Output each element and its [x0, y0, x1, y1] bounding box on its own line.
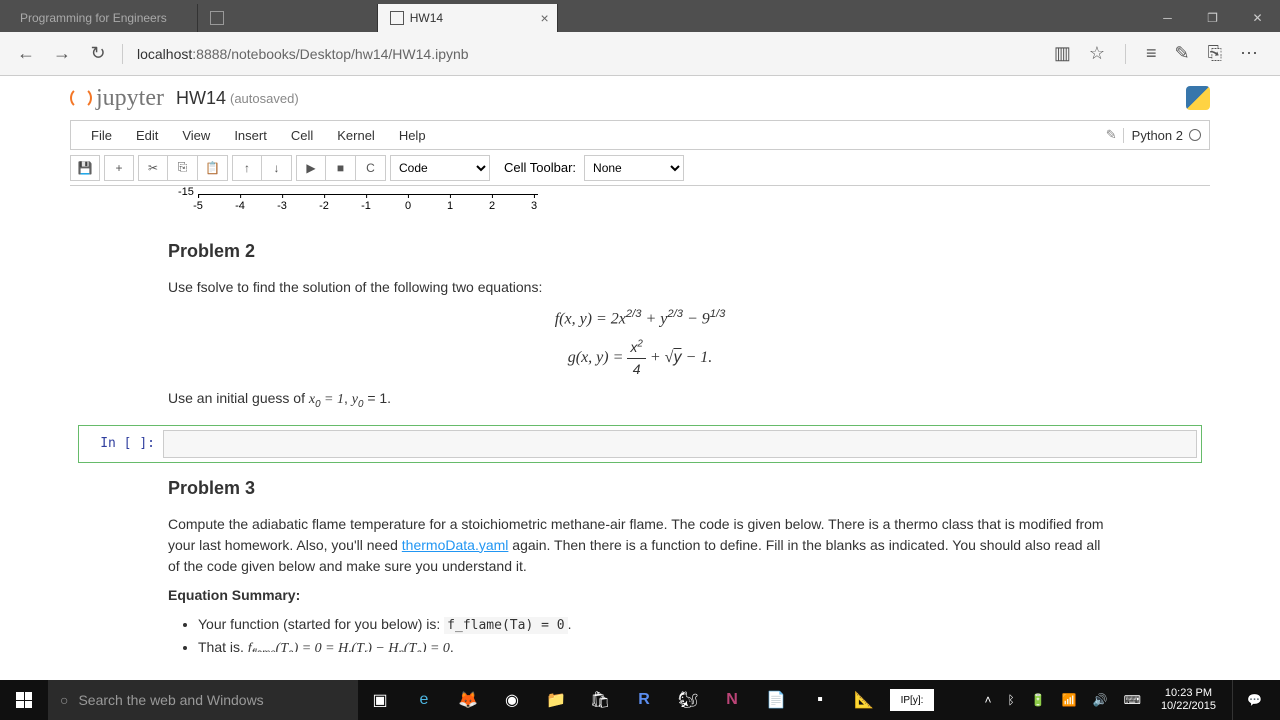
forward-button[interactable]: → — [44, 36, 80, 72]
window-minimize[interactable]: ─ — [1145, 4, 1190, 32]
notebook-status: (autosaved) — [230, 91, 299, 106]
cut-button[interactable]: ✂ — [138, 155, 168, 181]
list-item: That is, fflame(Ta) = 0 = Hr(Tr) − Hp(Ta… — [198, 637, 1112, 652]
save-button[interactable]: 💾 — [70, 155, 100, 181]
menu-bar: File Edit View Insert Cell Kernel Help ✎… — [70, 120, 1210, 150]
battery-icon[interactable]: 🔋 — [1027, 693, 1050, 707]
problem-2-intro: Use fsolve to find the solution of the f… — [168, 277, 1112, 298]
plot-output-fragment: -15 -5 -4 -3 -2 -1 0 1 2 3 — [78, 186, 1202, 226]
paste-button[interactable]: 📋 — [198, 155, 228, 181]
menu-file[interactable]: File — [79, 128, 124, 143]
url-field[interactable]: localhost:8888/notebooks/Desktop/hw14/HW… — [129, 46, 1050, 62]
app-icon[interactable]: 🐿 — [666, 680, 710, 720]
keyboard-icon[interactable]: ⌨ — [1120, 693, 1145, 707]
notebook-area[interactable]: -15 -5 -4 -3 -2 -1 0 1 2 3 Problem 2 Use… — [70, 186, 1210, 652]
equation-f: f(x, y) = 2x2/3 + y2/3 − 91/3 — [168, 306, 1112, 331]
chrome-icon[interactable]: ◉ — [490, 680, 534, 720]
notebook-name[interactable]: HW14 — [176, 88, 226, 109]
task-view-icon[interactable]: ▣ — [358, 680, 402, 720]
windows-logo-icon — [16, 692, 32, 708]
cell-type-select[interactable]: Code — [390, 155, 490, 181]
initial-guess: Use an initial guess of x0 = 1, y0 = 1. — [168, 388, 1112, 412]
bluetooth-icon[interactable]: ᛒ — [1004, 693, 1019, 707]
kernel-indicator: Python 2 — [1123, 128, 1201, 143]
start-button[interactable] — [0, 680, 48, 720]
menu-cell[interactable]: Cell — [279, 128, 325, 143]
store-icon[interactable]: 🛍 — [578, 680, 622, 720]
menu-edit[interactable]: Edit — [124, 128, 170, 143]
python-logo-icon — [1186, 86, 1210, 110]
problem-3-para: Compute the adiabatic flame temperature … — [168, 514, 1112, 577]
explorer-icon[interactable]: 📁 — [534, 680, 578, 720]
notification-icon[interactable]: 💬 — [1232, 680, 1276, 720]
move-down-button[interactable]: ↓ — [262, 155, 292, 181]
menu-kernel[interactable]: Kernel — [325, 128, 387, 143]
edge-icon[interactable]: e — [402, 680, 446, 720]
add-cell-button[interactable]: + — [104, 155, 134, 181]
back-button[interactable]: ← — [8, 36, 44, 72]
browser-tab-active[interactable]: HW14× — [378, 4, 558, 32]
toolbar: 💾 + ✂ ⎘ 📋 ↑ ↓ ▶ ■ C Code Cell Toolbar: N… — [70, 150, 1210, 186]
favorite-icon[interactable]: ☆ — [1085, 39, 1109, 68]
page-icon — [390, 11, 404, 25]
equation-summary-heading: Equation Summary: — [168, 585, 1112, 606]
kernel-idle-icon — [1189, 129, 1201, 141]
tab-close-icon[interactable]: × — [541, 10, 549, 26]
jupyter-header: jupyter HW14 (autosaved) — [70, 76, 1210, 120]
page-icon — [210, 11, 224, 25]
terminal-icon[interactable]: ▪ — [798, 680, 842, 720]
equation-summary-list: Your function (started for you below) is… — [168, 614, 1112, 652]
equation-g: g(x, y) = x24 + √y − 1. — [168, 337, 1112, 380]
address-bar: ← → ↻ localhost:8888/notebooks/Desktop/h… — [0, 32, 1280, 76]
browser-tab-1[interactable]: Programming for Engineers — [8, 4, 198, 32]
ipython-icon[interactable]: IP[y]: — [890, 689, 934, 711]
wifi-icon[interactable]: 📶 — [1058, 693, 1081, 707]
problem-2-heading: Problem 2 — [168, 238, 1112, 265]
stop-button[interactable]: ■ — [326, 155, 356, 181]
problem-2-cell: Problem 2 Use fsolve to find the solutio… — [78, 238, 1202, 413]
code-input[interactable] — [163, 430, 1197, 458]
cell-toolbar-label: Cell Toolbar: — [504, 160, 576, 175]
problem-3-cell: Problem 3 Compute the adiabatic flame te… — [78, 475, 1202, 652]
windows-taskbar: ○ Search the web and Windows ▣ e 🦊 ◉ 📁 🛍… — [0, 680, 1280, 720]
copy-button[interactable]: ⎘ — [168, 155, 198, 181]
menu-insert[interactable]: Insert — [222, 128, 279, 143]
tray-chevron-icon[interactable]: ˄ — [981, 693, 996, 707]
window-close[interactable]: ✕ — [1235, 4, 1280, 32]
edit-mode-icon: ✎ — [1106, 127, 1117, 143]
code-cell-selected[interactable]: In [ ]: — [78, 425, 1202, 463]
browser-tab-2[interactable] — [198, 4, 378, 32]
r-icon[interactable]: R — [622, 680, 666, 720]
share-icon[interactable]: ⎘ — [1204, 39, 1226, 68]
webnote-icon[interactable]: ✎ — [1171, 39, 1194, 68]
firefox-icon[interactable]: 🦊 — [446, 680, 490, 720]
refresh-button[interactable]: ↻ — [80, 36, 116, 72]
app-icon-2[interactable]: 📄 — [754, 680, 798, 720]
matlab-icon[interactable]: 📐 — [842, 680, 886, 720]
onenote-icon[interactable]: N — [710, 680, 754, 720]
restart-button[interactable]: C — [356, 155, 386, 181]
more-icon[interactable]: ⋯ — [1236, 39, 1262, 68]
problem-3-heading: Problem 3 — [168, 475, 1112, 502]
thermodata-link[interactable]: thermoData.yaml — [402, 537, 509, 553]
input-prompt: In [ ]: — [83, 430, 163, 458]
browser-tab-strip: Programming for Engineers HW14× ─ ❐ ✕ — [0, 0, 1280, 32]
reading-view-icon[interactable]: ▥ — [1050, 39, 1075, 68]
jupyter-logo[interactable]: jupyter — [70, 85, 164, 112]
cell-toolbar-select[interactable]: None — [584, 155, 684, 181]
move-up-button[interactable]: ↑ — [232, 155, 262, 181]
list-item: Your function (started for you below) is… — [198, 614, 1112, 636]
taskbar-clock[interactable]: 10:23 PM10/22/2015 — [1153, 687, 1224, 713]
hub-icon[interactable]: ≡ — [1142, 39, 1161, 68]
taskbar-search[interactable]: ○ Search the web and Windows — [48, 680, 358, 720]
menu-view[interactable]: View — [170, 128, 222, 143]
window-maximize[interactable]: ❐ — [1190, 4, 1235, 32]
volume-icon[interactable]: 🔊 — [1089, 693, 1112, 707]
menu-help[interactable]: Help — [387, 128, 438, 143]
run-button[interactable]: ▶ — [296, 155, 326, 181]
